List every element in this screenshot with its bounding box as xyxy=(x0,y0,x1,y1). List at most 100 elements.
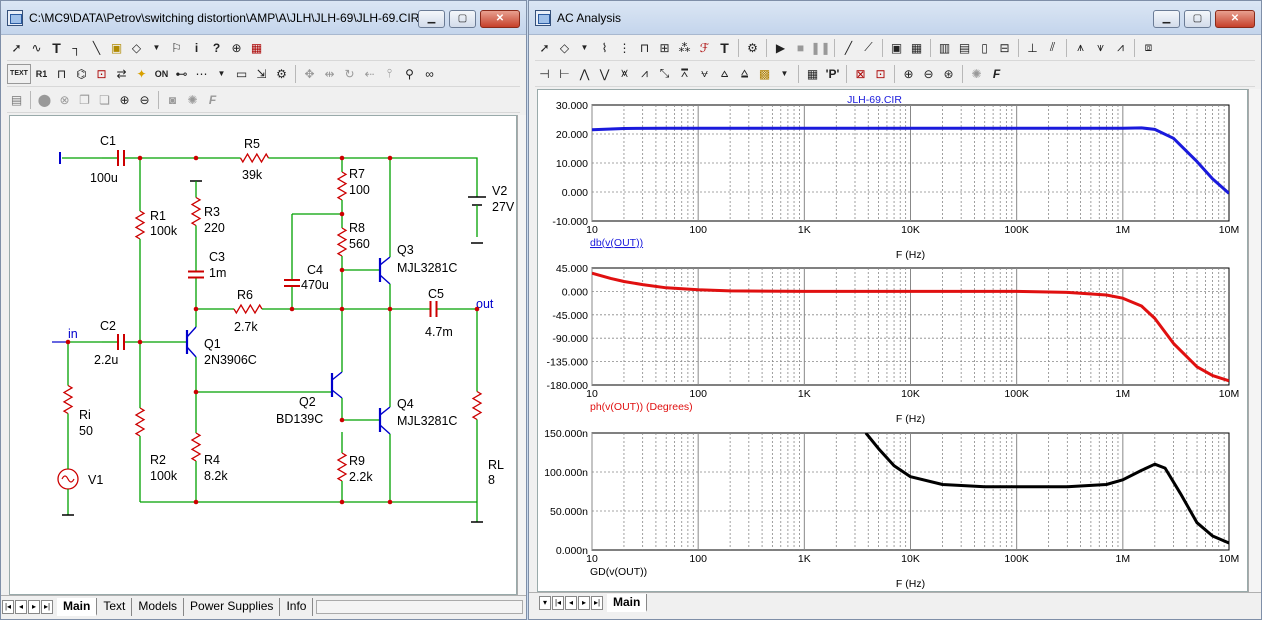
step-icon[interactable]: ⫯ xyxy=(380,64,399,84)
tab-info[interactable]: Info xyxy=(280,597,314,616)
line-icon[interactable]: ╱ xyxy=(839,38,858,58)
tab-main[interactable]: Main xyxy=(57,597,98,616)
peak-icon[interactable]: ⩚ xyxy=(1071,38,1090,58)
y-cursor-icon[interactable]: ⊡ xyxy=(871,64,890,84)
dropdown-arrow-icon[interactable]: ▼ xyxy=(147,38,166,58)
maximize-button[interactable]: ▢ xyxy=(449,10,476,28)
font-icon[interactable]: F xyxy=(203,90,222,110)
transient-icon[interactable]: ▤ xyxy=(7,90,26,110)
cols-icon[interactable]: ▯ xyxy=(975,38,994,58)
attribute-icon[interactable]: ⌬ xyxy=(72,64,91,84)
select-arrow-icon[interactable]: ➚ xyxy=(7,38,26,58)
low-icon[interactable]: ⩘ xyxy=(635,64,654,84)
schematic-vscrollbar[interactable] xyxy=(517,115,526,595)
dropdown-arrow-2-icon[interactable]: ▼ xyxy=(212,64,231,84)
ac-zoom-out-icon[interactable]: ⊖ xyxy=(919,64,938,84)
hgrid-icon[interactable]: ▤ xyxy=(955,38,974,58)
high-icon[interactable]: ⩙ xyxy=(615,64,634,84)
help-icon[interactable]: ? xyxy=(207,38,226,58)
auto-scale-icon[interactable]: ⋮ xyxy=(615,38,634,58)
copy-icon[interactable]: ❐ xyxy=(75,90,94,110)
find-icon[interactable]: ⚲ xyxy=(400,64,419,84)
properties-icon[interactable]: ⚙ xyxy=(272,64,291,84)
ac-select-arrow-icon[interactable]: ➚ xyxy=(535,38,554,58)
table-icon[interactable]: ▦ xyxy=(803,64,822,84)
top-icon[interactable]: ⩟ xyxy=(715,64,734,84)
tangent-icon[interactable]: ⫽ xyxy=(1043,38,1062,58)
ac-zoom-fit-icon[interactable]: ⊛ xyxy=(939,64,958,84)
schematic-canvas[interactable]: V2 27V R1 100k R2 100k in C2 2.2u Ri 50 V1 C1 100u R5 3… xyxy=(9,115,517,595)
valley-icon[interactable]: ⩛ xyxy=(1091,38,1110,58)
ac-dropdown-2-icon[interactable]: ▼ xyxy=(775,64,794,84)
binoculars-icon[interactable]: ∞ xyxy=(420,64,439,84)
note-icon[interactable]: ▣ xyxy=(107,38,126,58)
paste-icon[interactable]: ❏ xyxy=(95,90,114,110)
close-button[interactable]: ✕ xyxy=(480,10,520,28)
ac-font-icon[interactable]: F xyxy=(987,64,1006,84)
inflection-icon[interactable]: ⤡ xyxy=(655,64,674,84)
node-number-icon[interactable]: ⊡ xyxy=(92,64,111,84)
on-off-icon[interactable]: ON xyxy=(152,64,171,84)
frame-icon[interactable]: ▭ xyxy=(232,64,251,84)
zoom-out-icon[interactable]: ⊖ xyxy=(135,90,154,110)
ac-zoom-in-icon[interactable]: ⊕ xyxy=(899,64,918,84)
zoom-in-icon[interactable]: ⊕ xyxy=(115,90,134,110)
ac-maximize-button[interactable]: ▢ xyxy=(1184,10,1211,28)
ac-tab-dropdown[interactable]: ▾ xyxy=(539,595,551,610)
tab-text[interactable]: Text xyxy=(97,597,133,616)
move-icon[interactable]: ✥ xyxy=(300,64,319,84)
ac-stop-icon[interactable]: ■ xyxy=(791,38,810,58)
ac-shape-icon[interactable]: ◇ xyxy=(555,38,574,58)
probe-icon[interactable]: ▦ xyxy=(247,38,266,58)
flip-icon[interactable]: ⇹ xyxy=(320,64,339,84)
ac-settings-icon[interactable]: ✺ xyxy=(967,64,986,84)
tab-nav-prev[interactable]: ◂ xyxy=(15,599,27,614)
ac-tab-nav-prev[interactable]: ◂ xyxy=(565,595,577,610)
ac-dropdown-icon[interactable]: ▼ xyxy=(575,38,594,58)
minimize-button[interactable]: ▁ xyxy=(418,10,445,28)
ac-minimize-button[interactable]: ▁ xyxy=(1153,10,1180,28)
stop-icon[interactable]: ⬤ xyxy=(35,90,54,110)
grid-box-icon[interactable]: ▣ xyxy=(887,38,906,58)
tab-models[interactable]: Models xyxy=(132,597,185,616)
baseline-icon[interactable]: ⊥ xyxy=(1023,38,1042,58)
text-mode-icon[interactable]: TEXT xyxy=(7,63,31,84)
bottom-icon[interactable]: ⩠ xyxy=(735,64,754,84)
cursor-left-icon[interactable]: ⊣ xyxy=(535,64,554,84)
data-points-icon[interactable]: ⊞ xyxy=(655,38,674,58)
run-icon[interactable]: ▶ xyxy=(771,38,790,58)
tab-nav-last[interactable]: ▸| xyxy=(41,599,53,614)
current-icon[interactable]: ✦ xyxy=(132,64,151,84)
ac-vscrollbar[interactable] xyxy=(1248,89,1261,592)
grid-fine-icon[interactable]: ▦ xyxy=(907,38,926,58)
pause-icon[interactable]: ❚❚ xyxy=(810,38,830,58)
text-tool-icon[interactable]: T xyxy=(47,38,66,58)
scale-icon[interactable]: ⌇ xyxy=(595,38,614,58)
cursor-right-icon[interactable]: ⊢ xyxy=(555,64,574,84)
ac-properties-icon[interactable]: ⚙ xyxy=(743,38,762,58)
peak-find-icon[interactable]: ⋀ xyxy=(575,64,594,84)
ac-tab-main[interactable]: Main xyxy=(607,593,648,612)
x-cursor-icon[interactable]: ⊠ xyxy=(851,64,870,84)
r1-label-icon[interactable]: R1 xyxy=(32,64,51,84)
ac-plot-area[interactable]: 30.000 20.000 10.000 0.000 -10.000 10 100 1K 10K… xyxy=(537,89,1248,592)
wire-icon[interactable]: ∿ xyxy=(27,38,46,58)
arrows-icon[interactable]: ⇄ xyxy=(112,64,131,84)
wire-step-icon[interactable]: ┐ xyxy=(67,38,86,58)
mirror-icon[interactable]: ⇠ xyxy=(360,64,379,84)
ac-text-icon[interactable]: T xyxy=(715,38,734,58)
global-high-icon[interactable]: ⩞ xyxy=(675,64,694,84)
tab-nav-next[interactable]: ▸ xyxy=(28,599,40,614)
ac-tab-nav-next[interactable]: ▸ xyxy=(578,595,590,610)
camera-icon[interactable]: ◙ xyxy=(163,90,182,110)
flag-icon[interactable]: ⚐ xyxy=(167,38,186,58)
cols2-icon[interactable]: ⊟ xyxy=(995,38,1014,58)
tab-nav-first[interactable]: |◂ xyxy=(2,599,14,614)
schematic-hscrollbar[interactable] xyxy=(316,599,523,614)
valley-find-icon[interactable]: ⋁ xyxy=(595,64,614,84)
tab-power-supplies[interactable]: Power Supplies xyxy=(184,597,281,616)
pin-icon[interactable]: ⊓ xyxy=(52,64,71,84)
scope-icon[interactable]: ⊓ xyxy=(635,38,654,58)
line-dots-icon[interactable]: ⟋ xyxy=(859,38,878,58)
cursor-mode-icon[interactable]: ▩ xyxy=(755,64,774,84)
